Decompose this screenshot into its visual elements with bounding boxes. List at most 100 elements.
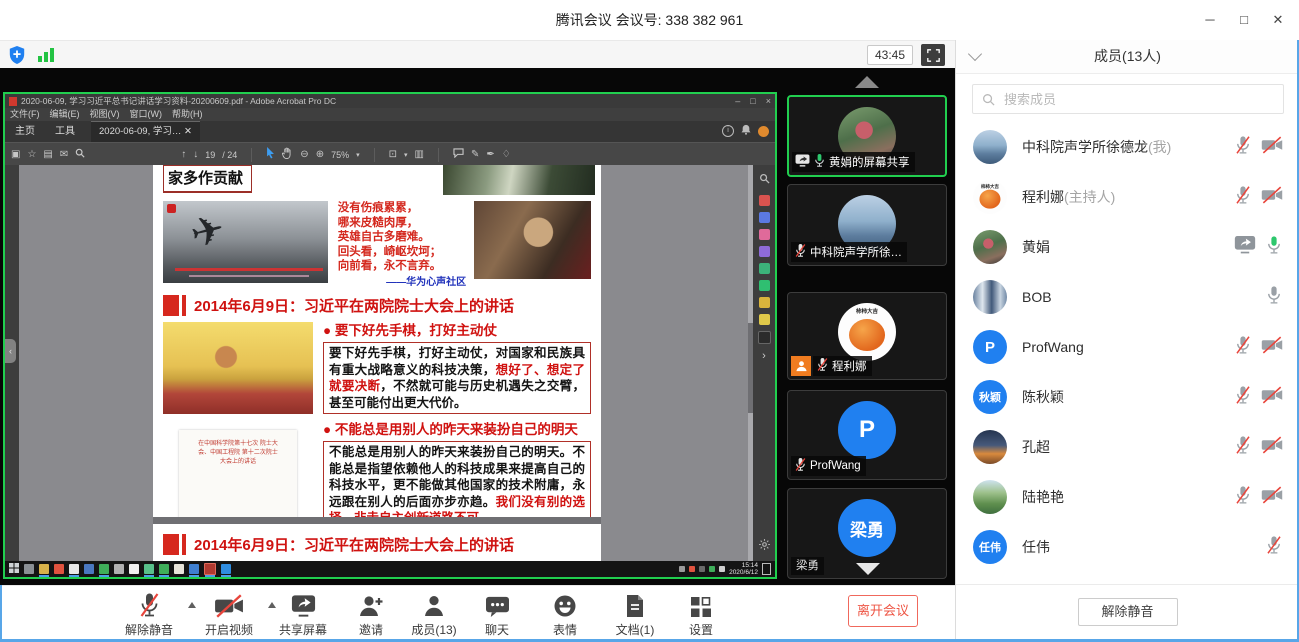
member-row[interactable]: 陆艳艳 xyxy=(956,472,1299,522)
taskbar-app-icon[interactable] xyxy=(99,564,109,574)
video-thumb[interactable]: 中科院声学所徐… xyxy=(787,184,947,266)
comment-icon[interactable] xyxy=(453,148,464,161)
camera-muted-icon[interactable] xyxy=(1261,136,1283,159)
menu-file[interactable]: 文件(F) xyxy=(10,108,40,121)
member-row[interactable]: P ProfWang xyxy=(956,322,1299,372)
taskbar-app-icon[interactable] xyxy=(54,564,64,574)
tool-stamp-icon[interactable] xyxy=(759,297,770,308)
page-number-input[interactable]: 19 xyxy=(205,150,215,160)
start-button-icon[interactable] xyxy=(9,560,19,578)
camera-muted-icon[interactable] xyxy=(1261,336,1283,359)
member-row[interactable]: 中科院声学所徐德龙(我) xyxy=(956,122,1299,172)
member-row[interactable]: 孔超 xyxy=(956,422,1299,472)
tool-fill-sign-icon[interactable] xyxy=(759,246,770,257)
taskbar-search-icon[interactable] xyxy=(24,564,34,574)
menu-view[interactable]: 视图(V) xyxy=(90,108,120,121)
toolbar-docs[interactable]: 文档(1) xyxy=(604,592,666,638)
mic-muted-icon[interactable] xyxy=(1234,485,1252,510)
print-icon[interactable]: ▤ xyxy=(43,149,52,160)
zoom-in-icon[interactable]: ⊕ xyxy=(316,149,324,160)
star-icon[interactable]: ☆ xyxy=(27,149,36,160)
tray-icon[interactable] xyxy=(709,566,715,572)
page-down-icon[interactable]: ↓ xyxy=(193,149,198,160)
acrobat-minimize[interactable]: – xyxy=(735,94,740,108)
member-row[interactable]: 黄娟 xyxy=(956,222,1299,272)
tool-organize-pages-icon[interactable] xyxy=(759,229,770,240)
acrobat-maximize[interactable]: □ xyxy=(750,94,755,108)
save-icon[interactable]: ▣ xyxy=(11,149,20,160)
tab-document[interactable]: 2020-06-09, 学习… ✕ xyxy=(91,121,200,142)
search-icon[interactable] xyxy=(75,148,85,161)
menu-edit[interactable]: 编辑(E) xyxy=(50,108,80,121)
video-thumb[interactable]: 柿柿大吉 程利娜 xyxy=(787,292,947,380)
fullscreen-icon[interactable] xyxy=(921,44,945,66)
tray-icon[interactable] xyxy=(699,566,705,572)
security-shield-icon[interactable] xyxy=(8,45,26,65)
menu-help[interactable]: 帮助(H) xyxy=(172,108,203,121)
tools-gear-icon[interactable] xyxy=(759,537,770,555)
tool-share-icon[interactable] xyxy=(759,280,770,291)
toolbar-chat[interactable]: 聊天 xyxy=(468,592,526,638)
tray-icon[interactable] xyxy=(719,566,725,572)
mic-muted-icon[interactable] xyxy=(1265,535,1283,560)
toolbar-emoji[interactable]: 表情 xyxy=(536,592,594,638)
toolbar-invite[interactable]: 邀请 xyxy=(342,592,400,638)
tool-export-pdf-icon[interactable] xyxy=(759,195,770,206)
tool-edit-pdf-icon[interactable] xyxy=(759,212,770,223)
member-row[interactable]: 秋颖 陈秋颖 xyxy=(956,372,1299,422)
mic-icon[interactable] xyxy=(1265,285,1283,310)
toolbar-members[interactable]: 成员(13) xyxy=(402,592,466,638)
taskbar-app-explorer-icon[interactable] xyxy=(39,564,49,574)
taskbar-app-wechat-icon[interactable] xyxy=(159,564,169,574)
camera-muted-icon[interactable] xyxy=(1261,486,1283,509)
bell-icon[interactable] xyxy=(741,124,751,138)
fit-dropdown-icon[interactable]: ▾ xyxy=(404,151,408,159)
taskbar-app-calculator-icon[interactable] xyxy=(129,564,139,574)
video-thumb-sharing[interactable]: 黄娟的屏幕共享 xyxy=(787,95,947,177)
taskbar-app-icon[interactable] xyxy=(84,564,94,574)
mic-options-caret[interactable] xyxy=(188,602,196,608)
leave-meeting-button[interactable]: 离开会议 xyxy=(848,595,918,627)
taskbar-app-icon[interactable] xyxy=(174,564,184,574)
taskbar-app-browser-icon[interactable] xyxy=(189,564,199,574)
network-signal-icon[interactable] xyxy=(38,48,54,62)
toolbar-start-video[interactable]: 开启视频 xyxy=(198,592,260,638)
tab-home[interactable]: 主页 xyxy=(5,122,45,142)
thumbnails-scroll-down-icon[interactable] xyxy=(856,563,880,575)
select-cursor-icon[interactable] xyxy=(266,147,275,162)
maximize-button[interactable]: □ xyxy=(1227,0,1261,40)
info-icon[interactable]: i xyxy=(722,125,734,137)
acrobat-close[interactable]: × xyxy=(766,94,771,108)
reading-mode-icon[interactable]: ▥ xyxy=(415,149,424,160)
pdf-document-area[interactable]: 家多作贡献 ✈ 没有伤痕累累， 哪来皮糙肉厚， 英雄自古多磨难。 回头看，崎岖坎… xyxy=(19,165,753,561)
sharing-screen-icon[interactable] xyxy=(1234,235,1256,259)
hand-tool-icon[interactable] xyxy=(282,147,293,162)
search-input[interactable] xyxy=(1002,91,1283,108)
unmute-all-button[interactable]: 解除静音 xyxy=(1078,598,1178,626)
mic-muted-icon[interactable] xyxy=(1234,385,1252,410)
zoom-out-icon[interactable]: ⊖ xyxy=(300,149,308,160)
video-thumb[interactable]: 梁勇 梁勇 xyxy=(787,488,947,579)
minimize-button[interactable]: ─ xyxy=(1193,0,1227,40)
tool-comment-icon[interactable] xyxy=(759,314,770,325)
mic-on-icon[interactable] xyxy=(1265,235,1283,260)
member-row[interactable]: BOB xyxy=(956,272,1299,322)
zoom-dropdown-icon[interactable]: ▾ xyxy=(356,151,360,159)
tab-tools[interactable]: 工具 xyxy=(45,122,85,142)
toolbar-share-screen[interactable]: 共享屏幕 xyxy=(272,592,334,638)
close-button[interactable]: ✕ xyxy=(1261,0,1295,40)
toolbar-settings[interactable]: 设置 xyxy=(672,592,730,638)
member-row[interactable]: 任伟 任伟 xyxy=(956,522,1299,572)
taskbar-app-icon[interactable] xyxy=(114,564,124,574)
tray-icon[interactable] xyxy=(689,566,695,572)
sign-icon[interactable]: ✒ xyxy=(486,149,494,160)
page-up-icon[interactable]: ↑ xyxy=(181,149,186,160)
camera-muted-icon[interactable] xyxy=(1261,386,1283,409)
member-search-box[interactable] xyxy=(972,84,1284,114)
camera-muted-icon[interactable] xyxy=(1261,186,1283,209)
tool-combine-icon[interactable] xyxy=(759,263,770,274)
member-row[interactable]: 柿柿大吉 程利娜(主持人) xyxy=(956,172,1299,222)
video-thumb[interactable]: P ProfWang xyxy=(787,390,947,480)
collapse-panel-icon[interactable]: ‹ xyxy=(5,339,16,363)
tool-selected-icon[interactable] xyxy=(758,331,771,344)
